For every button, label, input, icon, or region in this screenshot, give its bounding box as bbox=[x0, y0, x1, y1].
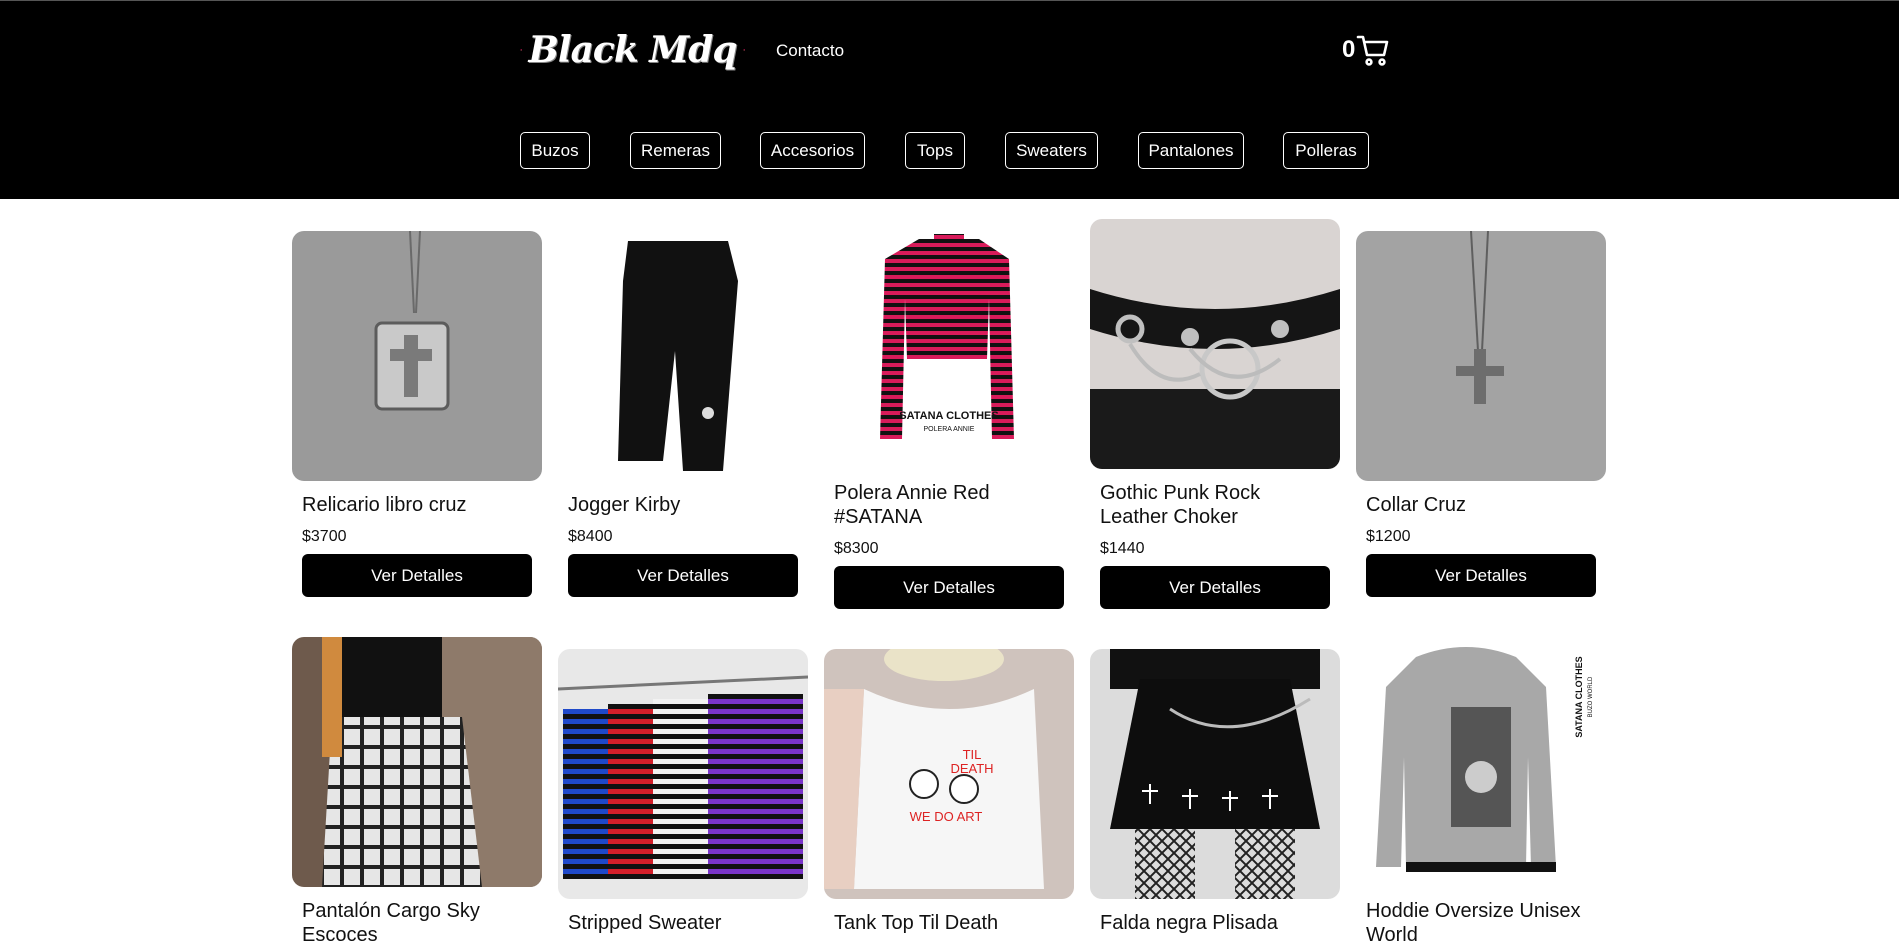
category-polleras[interactable]: Polleras bbox=[1283, 132, 1369, 169]
image-sub-text: POLERA ANNIE bbox=[924, 426, 975, 433]
product-title[interactable]: Jogger Kirby bbox=[568, 493, 798, 517]
view-details-button[interactable]: Ver Detalles bbox=[302, 554, 532, 597]
image-til-text: TIL bbox=[963, 747, 982, 762]
brand-name: Black Mdq bbox=[528, 29, 737, 71]
product-card: Collar Cruz $1200 Ver Detalles bbox=[1356, 231, 1606, 597]
product-price: $1440 bbox=[1100, 540, 1145, 557]
product-card: Relicario libro cruz $3700 Ver Detalles bbox=[292, 231, 542, 597]
view-details-button[interactable]: Ver Detalles bbox=[834, 566, 1064, 609]
cart-count: 0 bbox=[1342, 36, 1356, 63]
category-accesorios[interactable]: Accesorios bbox=[760, 132, 865, 169]
product-title[interactable]: Relicario libro cruz bbox=[302, 493, 532, 517]
product-image-tank-top[interactable]: TIL DEATH WE DO ART bbox=[824, 649, 1074, 899]
product-card: Falda negra Plisada bbox=[1090, 649, 1340, 935]
product-price: $8400 bbox=[568, 528, 613, 545]
product-image-jogger[interactable] bbox=[558, 231, 808, 481]
product-title[interactable]: Stripped Sweater bbox=[568, 911, 798, 935]
rose-icon bbox=[742, 49, 745, 51]
category-nav: Buzos Remeras Accesorios Tops Sweaters P… bbox=[0, 132, 1899, 171]
image-brand-text: SATANA CLOTHES bbox=[899, 410, 998, 422]
product-card: Jogger Kirby $8400 Ver Detalles bbox=[558, 231, 808, 597]
product-image-choker[interactable] bbox=[1090, 219, 1340, 469]
view-details-button[interactable]: Ver Detalles bbox=[568, 554, 798, 597]
product-card: TIL DEATH WE DO ART Tank Top Til Death bbox=[824, 649, 1074, 935]
image-hoodie-sub: BUZO WORLD bbox=[1588, 676, 1594, 717]
product-card: Stripped Sweater bbox=[558, 649, 808, 935]
product-title[interactable]: Hoddie Oversize Unisex World bbox=[1366, 899, 1596, 947]
category-remeras[interactable]: Remeras bbox=[630, 132, 721, 169]
image-wedoart-text: WE DO ART bbox=[910, 809, 983, 824]
category-buzos[interactable]: Buzos bbox=[520, 132, 590, 169]
product-title[interactable]: Collar Cruz bbox=[1366, 493, 1596, 517]
view-details-button[interactable]: Ver Detalles bbox=[1100, 566, 1330, 609]
site-header: Black Mdq Contacto 0 Buzos Remeras Acces… bbox=[0, 0, 1899, 199]
category-pantalones[interactable]: Pantalones bbox=[1138, 132, 1244, 169]
category-tops[interactable]: Tops bbox=[905, 132, 965, 169]
brand-logo[interactable]: Black Mdq bbox=[520, 19, 745, 81]
product-image-striped-sweaters[interactable] bbox=[558, 649, 808, 899]
view-details-button[interactable]: Ver Detalles bbox=[1366, 554, 1596, 597]
cart-icon bbox=[1357, 35, 1389, 66]
image-death-text: DEATH bbox=[950, 761, 993, 776]
product-card: SATANA CLOTHES BUZO WORLD Hoddie Oversiz… bbox=[1356, 637, 1606, 947]
product-card: SATANA CLOTHES POLERA ANNIE Polera Annie… bbox=[824, 219, 1074, 609]
category-sweaters[interactable]: Sweaters bbox=[1005, 132, 1098, 169]
product-image-pleated-skirt[interactable] bbox=[1090, 649, 1340, 899]
product-image-cross-necklace[interactable] bbox=[1356, 231, 1606, 481]
product-title[interactable]: Tank Top Til Death bbox=[834, 911, 1064, 935]
product-price: $8300 bbox=[834, 540, 879, 557]
product-price: $1200 bbox=[1366, 528, 1411, 545]
image-hoodie-brand: SATANA CLOTHES bbox=[1574, 656, 1584, 737]
product-title[interactable]: Polera Annie Red #SATANA bbox=[834, 481, 1064, 529]
rose-icon bbox=[520, 49, 523, 51]
product-title[interactable]: Gothic Punk Rock Leather Choker bbox=[1100, 481, 1330, 529]
product-title[interactable]: Falda negra Plisada bbox=[1100, 911, 1330, 935]
product-image-locket[interactable] bbox=[292, 231, 542, 481]
product-image-hoodie[interactable]: SATANA CLOTHES BUZO WORLD bbox=[1356, 637, 1606, 887]
product-price: $3700 bbox=[302, 528, 347, 545]
product-image-cargo-pants[interactable] bbox=[292, 637, 542, 887]
product-image-polera[interactable]: SATANA CLOTHES POLERA ANNIE bbox=[824, 219, 1074, 469]
product-card: Pantalón Cargo Sky Escoces bbox=[292, 637, 542, 947]
cart-button[interactable]: 0 bbox=[1342, 33, 1390, 67]
product-title[interactable]: Pantalón Cargo Sky Escoces bbox=[302, 899, 532, 947]
contact-link[interactable]: Contacto bbox=[776, 41, 844, 61]
product-card: Gothic Punk Rock Leather Choker $1440 Ve… bbox=[1090, 219, 1340, 609]
